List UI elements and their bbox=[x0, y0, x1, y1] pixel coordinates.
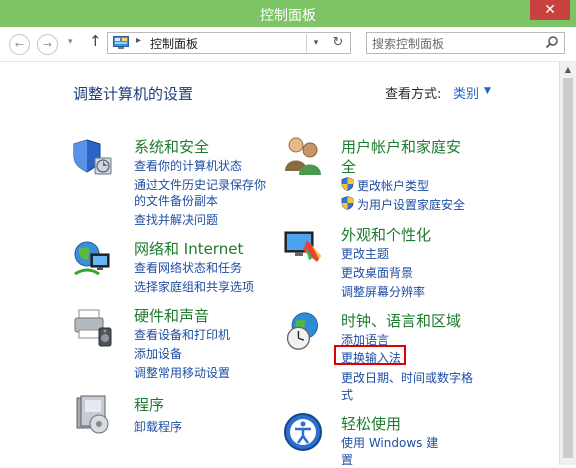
change-account-type-link[interactable]: 更改帐户类型 bbox=[357, 177, 429, 194]
programs-title[interactable]: 程序 bbox=[134, 394, 164, 415]
forward-button[interactable]: → bbox=[37, 34, 58, 55]
windows-suggested-settings-link-line2[interactable]: 置 bbox=[341, 451, 353, 468]
change-date-time-format-link-line2[interactable]: 式 bbox=[341, 386, 353, 403]
clock-region-title[interactable]: 时钟、语言和区域 bbox=[341, 310, 461, 331]
system-security-title[interactable]: 系统和安全 bbox=[134, 136, 209, 157]
up-button[interactable]: ↑ bbox=[89, 32, 102, 50]
title-bar: 控制面板 ✕ bbox=[0, 0, 576, 27]
clock-region-icon[interactable] bbox=[283, 311, 323, 351]
page-title: 调整计算机的设置 bbox=[73, 85, 194, 103]
search-input[interactable]: 搜索控制面板 bbox=[372, 35, 444, 52]
system-security-icon[interactable] bbox=[73, 137, 113, 177]
change-theme-link[interactable]: 更改主题 bbox=[341, 245, 389, 262]
recent-locations-dropdown[interactable]: ▾ bbox=[68, 37, 73, 47]
scrollbar-thumb[interactable] bbox=[563, 78, 573, 458]
address-bar[interactable]: ▸ 控制面板 ▾ ↻ bbox=[107, 32, 351, 54]
vertical-scrollbar[interactable]: ▲ bbox=[559, 62, 576, 465]
mobility-settings-link[interactable]: 调整常用移动设置 bbox=[134, 364, 230, 381]
windows-suggested-settings-link[interactable]: 使用 Windows 建 bbox=[341, 434, 438, 451]
homegroup-sharing-link[interactable]: 选择家庭组和共享选项 bbox=[134, 278, 254, 295]
breadcrumb-control-panel[interactable]: 控制面板 bbox=[150, 35, 198, 52]
control-panel-icon bbox=[113, 36, 129, 49]
appearance-title[interactable]: 外观和个性化 bbox=[341, 224, 431, 245]
hardware-sound-title[interactable]: 硬件和声音 bbox=[134, 305, 209, 326]
adjust-resolution-link[interactable]: 调整屏幕分辨率 bbox=[341, 283, 425, 300]
search-icon[interactable] bbox=[545, 35, 559, 49]
add-device-link[interactable]: 添加设备 bbox=[134, 345, 182, 362]
address-dropdown-button[interactable]: ▾ bbox=[306, 34, 325, 52]
uac-shield-icon bbox=[341, 177, 354, 191]
ease-of-access-title[interactable]: 轻松使用 bbox=[341, 413, 401, 434]
appearance-icon[interactable] bbox=[283, 226, 323, 266]
chevron-down-icon[interactable]: ▼ bbox=[484, 86, 491, 96]
user-accounts-icon[interactable] bbox=[283, 135, 323, 175]
view-network-status-link[interactable]: 查看网络状态和任务 bbox=[134, 259, 242, 276]
network-icon[interactable] bbox=[73, 240, 113, 280]
breadcrumb-separator: ▸ bbox=[136, 35, 142, 46]
back-button[interactable]: ← bbox=[9, 34, 30, 55]
file-history-backup-link[interactable]: 通过文件历史记录保存你 bbox=[134, 176, 266, 193]
uac-shield-icon bbox=[341, 196, 354, 210]
devices-printers-link[interactable]: 查看设备和打印机 bbox=[134, 326, 230, 343]
search-box[interactable]: 搜索控制面板 bbox=[366, 32, 565, 54]
ease-of-access-icon[interactable] bbox=[283, 412, 323, 452]
user-accounts-title[interactable]: 用户帐户和家庭安 bbox=[341, 136, 461, 157]
close-button[interactable]: ✕ bbox=[530, 0, 570, 20]
view-by-dropdown[interactable]: 类别 bbox=[453, 83, 479, 102]
user-accounts-title-line2[interactable]: 全 bbox=[341, 156, 356, 177]
uninstall-program-link[interactable]: 卸载程序 bbox=[134, 418, 182, 435]
highlight-box bbox=[334, 345, 406, 365]
family-safety-link[interactable]: 为用户设置家庭安全 bbox=[357, 196, 465, 213]
scroll-up-icon[interactable]: ▲ bbox=[560, 62, 576, 78]
refresh-button[interactable]: ↻ bbox=[329, 34, 347, 52]
change-desktop-background-link[interactable]: 更改桌面背景 bbox=[341, 264, 413, 281]
file-history-backup-link-line2[interactable]: 的文件备份副本 bbox=[134, 192, 218, 209]
window-title: 控制面板 bbox=[260, 8, 316, 24]
troubleshoot-link[interactable]: 查找并解决问题 bbox=[134, 211, 218, 228]
programs-icon[interactable] bbox=[73, 394, 113, 434]
view-by-label: 查看方式: bbox=[385, 87, 442, 102]
navigation-bar: ← → ▾ ↑ ▸ 控制面板 ▾ ↻ 搜索控制面板 bbox=[0, 27, 576, 62]
view-computer-status-link[interactable]: 查看你的计算机状态 bbox=[134, 157, 242, 174]
hardware-sound-icon[interactable] bbox=[73, 308, 113, 348]
network-internet-title[interactable]: 网络和 Internet bbox=[134, 238, 243, 259]
change-date-time-format-link[interactable]: 更改日期、时间或数字格 bbox=[341, 369, 473, 386]
